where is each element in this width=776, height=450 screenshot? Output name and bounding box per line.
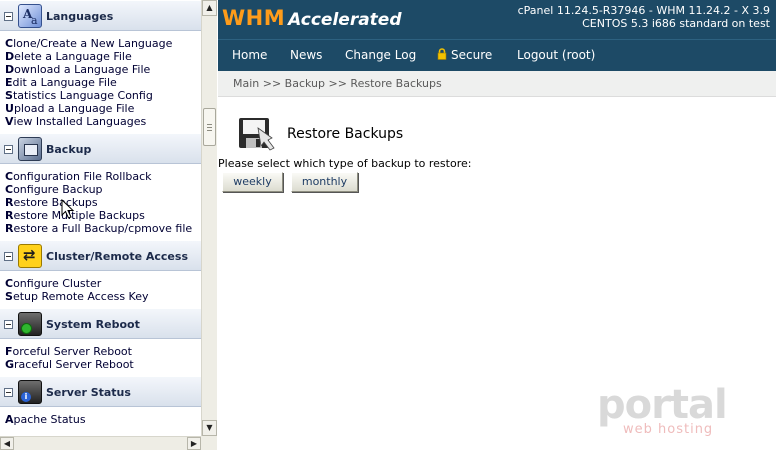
sidebar-link-clone-language[interactable]: Clone/Create a New Language	[5, 37, 201, 50]
sidebar-link-delete-language[interactable]: Delete a Language File	[5, 50, 201, 63]
scroll-down-arrow-icon[interactable]: ▼	[202, 420, 217, 436]
scrollbar-corner	[201, 436, 217, 450]
weekly-button[interactable]: weekly	[222, 172, 283, 192]
top-navigation-bar: Home News Change Log Secure Logout (root…	[218, 39, 776, 71]
mouse-pointer-icon	[61, 199, 75, 219]
sidebar-link-restore-backups[interactable]: Restore Backups	[5, 196, 201, 209]
nav-secure-label: Secure	[451, 48, 493, 62]
sidebar-link-download-language[interactable]: Download a Language File	[5, 63, 201, 76]
sidebar-section-title: Cluster/Remote Access	[46, 250, 188, 263]
sidebar-section-cluster[interactable]: Cluster/Remote Access	[0, 240, 201, 271]
nav-home[interactable]: Home	[232, 48, 267, 62]
sidebar-link-remote-access-key[interactable]: Setup Remote Access Key	[5, 290, 201, 303]
watermark-tagline: web hosting	[623, 422, 714, 437]
sidebar-link-restore-multiple-backups[interactable]: Restore Multiple Backups	[5, 209, 201, 222]
sidebar-link-view-languages[interactable]: View Installed Languages	[5, 115, 201, 128]
collapse-icon[interactable]	[4, 252, 13, 261]
whm-header: WHM Accelerated cPanel 11.24.5-R37946 - W…	[218, 0, 776, 39]
nav-change-log[interactable]: Change Log	[345, 48, 416, 62]
sidebar-link-configure-cluster[interactable]: Configure Cluster	[5, 277, 201, 290]
portal-watermark: portal web hosting	[597, 382, 747, 442]
backup-icon	[18, 137, 42, 161]
collapse-icon[interactable]	[4, 12, 13, 21]
lock-icon	[437, 48, 447, 60]
monthly-button[interactable]: monthly	[291, 172, 358, 192]
restore-backup-icon	[239, 118, 275, 151]
sidebar-links-backup: Configuration File Rollback Configure Ba…	[0, 164, 201, 240]
sidebar-link-config-rollback[interactable]: Configuration File Rollback	[5, 170, 201, 183]
sidebar-link-apache-status[interactable]: Apache Status	[5, 413, 201, 426]
nav-news[interactable]: News	[290, 48, 322, 62]
version-line-2: CENTOS 5.3 i686 standard on test	[582, 17, 770, 30]
scroll-right-arrow-icon[interactable]: ▶	[187, 437, 201, 450]
server-status-icon	[18, 380, 42, 404]
sidebar-links-languages: Clone/Create a New Language Delete a Lan…	[0, 31, 201, 133]
sidebar-section-backup[interactable]: Backup	[0, 133, 201, 164]
sidebar-section-title: Backup	[46, 143, 92, 156]
reboot-icon	[18, 312, 42, 336]
collapse-icon[interactable]	[4, 145, 13, 154]
sidebar-link-graceful-reboot[interactable]: Graceful Server Reboot	[5, 358, 201, 371]
cluster-icon	[18, 244, 42, 268]
scroll-up-arrow-icon[interactable]: ▲	[202, 0, 217, 16]
sidebar-section-title: System Reboot	[46, 318, 140, 331]
sidebar-scroll-area: Languages Clone/Create a New Language De…	[0, 0, 201, 436]
sidebar-link-upload-language[interactable]: Upload a Language File	[5, 102, 201, 115]
sidebar-section-languages[interactable]: Languages	[0, 0, 201, 31]
sidebar-section-system-reboot[interactable]: System Reboot	[0, 308, 201, 339]
sidebar-link-configure-backup[interactable]: Configure Backup	[5, 183, 201, 196]
sidebar-link-restore-full-backup[interactable]: Restore a Full Backup/cpmove file	[5, 222, 201, 235]
sidebar-link-statistics-language[interactable]: Statistics Language Config	[5, 89, 201, 102]
sidebar-section-title: Server Status	[46, 386, 131, 399]
sidebar-horizontal-scrollbar[interactable]: ◀ ▶	[0, 436, 201, 450]
whm-logo: WHM Accelerated	[222, 6, 402, 30]
logo-main-text: WHM	[222, 6, 286, 30]
sidebar-links-system-reboot: Forceful Server Reboot Graceful Server R…	[0, 339, 201, 376]
sidebar-section-title: Languages	[46, 10, 114, 23]
sidebar-links-server-status: Apache Status	[0, 407, 201, 431]
collapse-icon[interactable]	[4, 388, 13, 397]
breadcrumb-bar: Main >> Backup >> Restore Backups	[218, 71, 776, 97]
version-info: cPanel 11.24.5-R37946 - WHM 11.24.2 - X …	[518, 4, 770, 30]
logo-sub-text: Accelerated	[288, 10, 402, 30]
scrollbar-thumb[interactable]	[203, 108, 216, 146]
nav-logout[interactable]: Logout (root)	[517, 48, 595, 62]
sidebar-vertical-scrollbar[interactable]: ▲ ▼	[201, 0, 217, 436]
backup-type-prompt: Please select which type of backup to re…	[218, 157, 472, 170]
breadcrumb: Main >> Backup >> Restore Backups	[233, 77, 442, 90]
collapse-icon[interactable]	[4, 320, 13, 329]
version-line-1: cPanel 11.24.5-R37946 - WHM 11.24.2 - X …	[517, 4, 770, 17]
sidebar-link-edit-language[interactable]: Edit a Language File	[5, 76, 201, 89]
sidebar-link-forceful-reboot[interactable]: Forceful Server Reboot	[5, 345, 201, 358]
sidebar-links-cluster: Configure Cluster Setup Remote Access Ke…	[0, 271, 201, 308]
sidebar-section-server-status[interactable]: Server Status	[0, 376, 201, 407]
page-title: Restore Backups	[287, 126, 404, 142]
nav-secure[interactable]: Secure	[437, 48, 492, 62]
left-navigation-frame: Languages Clone/Create a New Language De…	[0, 0, 217, 450]
scroll-left-arrow-icon[interactable]: ◀	[0, 437, 14, 450]
language-icon	[18, 4, 42, 28]
